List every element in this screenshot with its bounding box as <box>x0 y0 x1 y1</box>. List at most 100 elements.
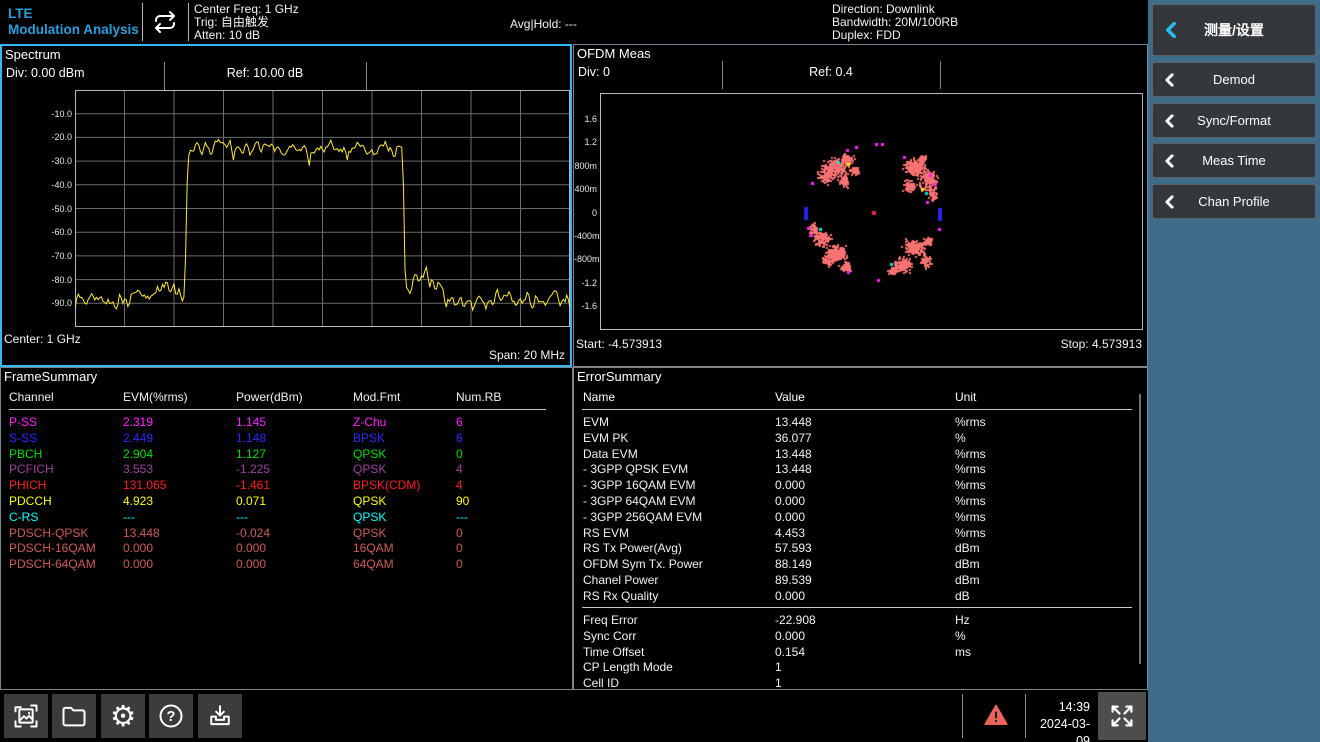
sidebar-item-label: Demod <box>1213 72 1255 87</box>
constellation-plot[interactable] <box>600 93 1143 330</box>
table-cell: %rms <box>955 447 1115 463</box>
table-cell: % <box>955 629 1115 645</box>
warning-icon[interactable] <box>983 702 1009 728</box>
spectrum-y-tick: -40.0 <box>42 180 72 190</box>
sidebar-item-meas-time[interactable]: Meas Time <box>1152 143 1316 178</box>
topbar-separator <box>142 3 143 41</box>
error-summary-row: - 3GPP 16QAM EVM0.000%rms <box>583 478 1115 494</box>
error-summary-row: Sync Corr0.000% <box>583 629 1115 645</box>
freq-info-block: Center Freq: 1 GHz Trig: 自由触发 Atten: 10 … <box>194 3 299 42</box>
header-divider <box>940 61 941 89</box>
table-cell: PDSCH-QPSK <box>9 526 123 542</box>
frame-summary-title: FrameSummary <box>4 369 97 384</box>
table-cell: Name <box>583 390 775 406</box>
spectrum-y-tick: -60.0 <box>42 227 72 237</box>
table-cell: 16QAM <box>353 541 456 557</box>
table-cell: 2.319 <box>123 415 236 431</box>
spectrum-center-label: Center: 1 GHz <box>4 332 81 346</box>
frame-summary-panel[interactable]: FrameSummary ChannelEVM(%rms)Power(dBm)M… <box>0 367 573 690</box>
table-cell: -1.225 <box>236 462 353 478</box>
table-cell: PCFICH <box>9 462 123 478</box>
duplex-readout: Duplex: FDD <box>832 29 958 42</box>
table-cell: %rms <box>955 510 1115 526</box>
error-summary-row: RS EVM4.453%rms <box>583 526 1115 542</box>
frame-summary-row: S-SS2.4491.148BPSK6 <box>9 431 546 447</box>
instrument-screen: LTE Modulation Analysis Center Freq: 1 G… <box>0 0 1320 742</box>
error-summary-row: Time Offset0.154ms <box>583 645 1115 661</box>
error-summary-rows: Freq Error-22.908HzSync Corr0.000%Time O… <box>583 613 1115 692</box>
spectrum-y-tick: -90.0 <box>42 298 72 308</box>
sidebar-item-demod[interactable]: Demod <box>1152 62 1316 97</box>
table-cell: 0.071 <box>236 494 353 510</box>
error-summary-row: RS Tx Power(Avg)57.593dBm <box>583 541 1115 557</box>
table-cell: %rms <box>955 494 1115 510</box>
table-cell: - 3GPP 16QAM EVM <box>583 478 775 494</box>
avg-hold-readout: Avg|Hold: --- <box>510 17 577 31</box>
chevron-left-icon <box>1164 73 1175 86</box>
table-cell: --- <box>236 510 353 526</box>
sidebar-item-sync-format[interactable]: Sync/Format <box>1152 103 1316 138</box>
expand-icon[interactable] <box>1098 692 1146 740</box>
table-cell: 13.448 <box>775 447 955 463</box>
table-cell: OFDM Sym Tx. Power <box>583 557 775 573</box>
topbar-separator <box>188 3 189 41</box>
spectrum-ref-readout: Ref: 10.00 dB <box>164 62 366 90</box>
error-summary-row: CP Length Mode1 <box>583 660 1115 676</box>
table-cell: %rms <box>955 462 1115 478</box>
help-icon[interactable]: ? <box>149 694 193 738</box>
svg-text:?: ? <box>167 709 176 725</box>
error-summary-row: Data EVM13.448%rms <box>583 447 1115 463</box>
ofdm-y-tick: -400m <box>574 231 597 241</box>
table-cell: 0.000 <box>775 629 955 645</box>
table-cell: 88.149 <box>775 557 955 573</box>
table-cell: RS Tx Power(Avg) <box>583 541 775 557</box>
table-divider <box>582 607 1132 608</box>
ofdm-y-tick: 1.6 <box>574 114 597 124</box>
table-cell: RS EVM <box>583 526 775 542</box>
spectrum-y-tick: -10.0 <box>42 109 72 119</box>
folder-icon[interactable] <box>52 694 96 738</box>
gear-icon[interactable]: ⚙ <box>101 694 145 738</box>
table-cell: PDSCH-64QAM <box>9 557 123 573</box>
error-summary-row: OFDM Sym Tx. Power88.149dBm <box>583 557 1115 573</box>
ofdm-div-readout: Div: 0 <box>578 61 610 89</box>
table-cell: 0.000 <box>775 494 955 510</box>
sidebar-item-label: Chan Profile <box>1198 194 1270 209</box>
table-cell: 4.923 <box>123 494 236 510</box>
table-cell: QPSK <box>353 526 456 542</box>
clock: 14:39 2024-03-09 <box>1028 699 1090 742</box>
table-cell: EVM <box>583 415 775 431</box>
sidebar-item-chan-profile[interactable]: Chan Profile <box>1152 184 1316 219</box>
error-summary-row: - 3GPP 256QAM EVM0.000%rms <box>583 510 1115 526</box>
spectrum-plot[interactable] <box>75 90 570 327</box>
table-cell: 3.553 <box>123 462 236 478</box>
sidebar-item-measure-setup[interactable]: 测量/设置 <box>1152 4 1316 56</box>
repeat-icon[interactable] <box>148 8 182 36</box>
spectrum-y-tick: -20.0 <box>42 132 72 142</box>
ofdm-start-label: Start: -4.573913 <box>576 337 662 351</box>
save-icon[interactable] <box>198 694 242 738</box>
table-cell: Sync Corr <box>583 629 775 645</box>
table-cell: ms <box>955 645 1115 661</box>
chevron-left-icon <box>1164 154 1175 167</box>
table-cell: 0.000 <box>236 557 353 573</box>
ofdm-meas-panel[interactable]: OFDM Meas Div: 0 Ref: 0.4 1.61.2800m400m… <box>573 44 1148 367</box>
error-summary-panel[interactable]: ErrorSummary NameValueUnit EVM13.448%rms… <box>573 367 1148 690</box>
ofdm-y-tick: 1.2 <box>574 137 597 147</box>
table-cell: dBm <box>955 541 1115 557</box>
table-cell: -22.908 <box>775 613 955 629</box>
time-readout: 14:39 <box>1028 699 1090 716</box>
table-cell: 2.904 <box>123 447 236 463</box>
table-cell: 4 <box>456 478 546 494</box>
error-summary-row: EVM PK36.077% <box>583 431 1115 447</box>
spectrum-panel[interactable]: Spectrum Div: 0.00 dBm Ref: 10.00 dB -10… <box>0 44 572 367</box>
screenshot-icon[interactable] <box>4 694 48 738</box>
scrollbar[interactable] <box>1139 394 1141 664</box>
table-cell: 64QAM <box>353 557 456 573</box>
table-cell: Channel <box>9 390 123 406</box>
table-cell: Value <box>775 390 955 406</box>
table-cell: Freq Error <box>583 613 775 629</box>
table-cell: 0.000 <box>775 510 955 526</box>
table-cell: 90 <box>456 494 546 510</box>
link-info-block: Direction: Downlink Bandwidth: 20M/100RB… <box>832 3 958 42</box>
